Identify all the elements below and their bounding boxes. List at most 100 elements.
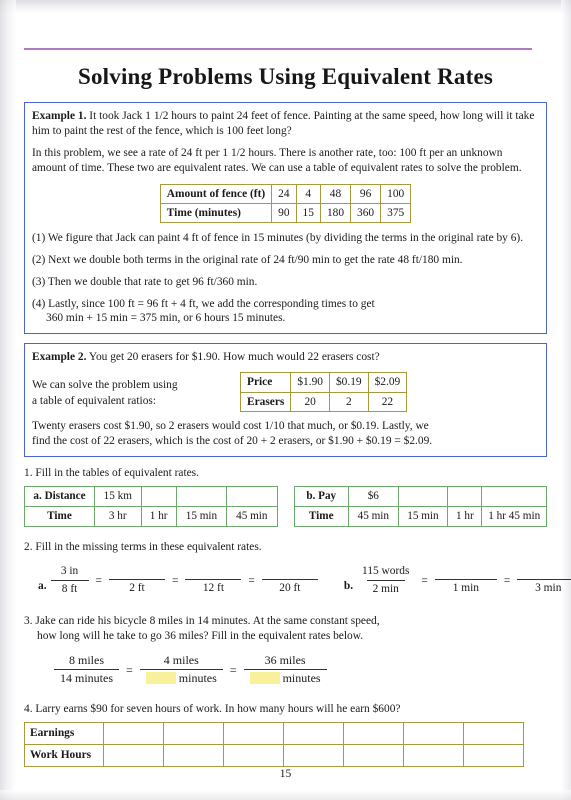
table-row: Amount of fence (ft) 24 4 48 96 100 (159, 183, 412, 204)
exercise-4-number: 4. (24, 703, 33, 716)
fraction-3-1-numerator: 8 miles (69, 652, 104, 667)
fraction-b-3[interactable]: 3 min (517, 565, 571, 596)
example-2-side-line-1: We can solve the problem using (32, 379, 178, 392)
fraction-a-3-denominator: 12 ft (185, 579, 242, 596)
example-2-side-text: We can solve the problem using a table o… (32, 372, 240, 409)
equals-sign: = (229, 662, 237, 677)
fraction-a-2-numerator-blank[interactable] (132, 565, 142, 579)
page-number: 15 (279, 768, 292, 780)
cell-pay-2[interactable] (447, 486, 483, 508)
cell-time-b-0: 45 min (347, 506, 399, 528)
cell-work-hours-5[interactable] (403, 744, 464, 768)
cell-erasers-2: 22 (367, 391, 408, 412)
exercise-1-number: 1. (24, 467, 33, 480)
cell-pay-1[interactable] (397, 486, 449, 508)
exercise-3-text-line-2: how long will he take to go 36 miles? Fi… (37, 630, 364, 643)
exercise-2-text: Fill in the missing terms in these equiv… (35, 541, 262, 554)
example-2-closing-line-2: find the cost of 22 erasers, which is th… (32, 435, 433, 448)
row-header-amount-of-fence: Amount of fence (ft) (159, 183, 273, 204)
exercise-4: 4. Larry earns $90 for seven hours of wo… (24, 702, 547, 768)
fraction-3-2-numerator: 4 miles (163, 652, 199, 667)
cell-price-1: $0.19 (328, 372, 369, 393)
fraction-b-3-numerator-blank[interactable] (543, 565, 553, 579)
cell-distance-1[interactable] (140, 486, 177, 508)
cell-earnings-3[interactable] (283, 722, 344, 746)
exercise-3-question: 3. Jake can ride his bicycle 8 miles in … (24, 614, 547, 644)
example-2-closing: Twenty erasers cost $1.90, so 2 erasers … (32, 419, 539, 449)
cell-time-a-2: 15 min (175, 506, 228, 528)
page-edge-shadow-bottom (0, 790, 571, 800)
example-2-paragraph-1: Example 2. You get 20 erasers for $1.90.… (32, 350, 539, 365)
fraction-b-2-numerator-blank[interactable] (461, 565, 471, 579)
exercise-1-text: Fill in the tables of equivalent rates. (35, 467, 199, 480)
answer-blank-highlight[interactable] (249, 672, 280, 685)
fraction-a-3[interactable]: 12 ft (185, 565, 242, 596)
fraction-a-3-numerator-blank[interactable] (208, 565, 218, 579)
cell-fence-2: 48 (319, 183, 352, 204)
cell-fence-0: 24 (271, 183, 297, 204)
fraction-b-2[interactable]: 1 min (434, 565, 497, 596)
cell-time-b-3: 1 hr 45 min (481, 506, 547, 528)
exercise-4-table: Earnings Work Hours (24, 722, 524, 768)
cell-earnings-4[interactable] (343, 722, 404, 746)
cell-distance-0[interactable]: 15 km (93, 486, 142, 508)
cell-earnings-5[interactable] (403, 722, 464, 746)
table-row: Time 3 hr 1 hr 15 min 45 min (24, 506, 278, 528)
example-1-paragraph-1: Example 1. It took Jack 1 1/2 hours to p… (32, 109, 539, 139)
exercise-3-fraction-chain: 8 miles 14 minutes = 4 miles minutes = 3… (54, 653, 547, 688)
row-header-time-a: Time (24, 506, 95, 528)
cell-time-3: 360 (350, 202, 382, 224)
cell-pay-3[interactable] (481, 486, 547, 508)
exercise-1-table-a: a. Distance 15 km Time 3 hr 1 hr 15 min … (24, 486, 278, 528)
cell-earnings-2[interactable] (223, 722, 284, 746)
table-row: Time (minutes) 90 15 180 360 375 (159, 202, 412, 224)
cell-distance-2[interactable] (175, 486, 228, 508)
cell-work-hours-0[interactable] (103, 744, 164, 768)
cell-work-hours-4[interactable] (343, 744, 404, 768)
example-2-label: Example 2. (32, 351, 87, 364)
row-header-distance: a. Distance (24, 486, 95, 508)
cell-earnings-0[interactable] (103, 722, 164, 746)
cell-time-a-0: 3 hr (93, 506, 142, 528)
example-2-text-1: You get 20 erasers for $1.90. How much w… (88, 351, 380, 364)
example-2-box: Example 2. You get 20 erasers for $1.90.… (24, 343, 547, 458)
row-header-pay: b. Pay (293, 486, 349, 508)
page-edge-shadow-left (0, 0, 16, 800)
row-header-erasers: Erasers (239, 391, 292, 412)
row-header-price: Price (239, 372, 292, 393)
cell-price-2: $2.09 (367, 372, 408, 393)
example-1-table-wrapper: Amount of fence (ft) 24 4 48 96 100 Time… (32, 183, 539, 224)
example-1-text-1: It took Jack 1 1/2 hours to paint 24 fee… (32, 110, 535, 138)
fraction-3-3-denominator-unit: minutes (282, 671, 321, 686)
cell-fence-3: 96 (350, 183, 382, 204)
fraction-a-4[interactable]: 20 ft (261, 565, 318, 596)
exercise-2-number: 2. (24, 541, 33, 554)
fraction-a-2[interactable]: 2 ft (108, 565, 165, 596)
fraction-3-2: 4 miles minutes (139, 652, 223, 688)
example-1-box: Example 1. It took Jack 1 1/2 hours to p… (24, 102, 547, 335)
cell-earnings-6[interactable] (463, 722, 524, 746)
answer-blank-highlight[interactable] (145, 672, 176, 685)
fraction-3-3-denominator: minutes (243, 669, 327, 687)
cell-work-hours-3[interactable] (283, 744, 344, 768)
exercise-3-number: 3. (24, 615, 33, 628)
cell-time-b-1: 15 min (397, 506, 449, 528)
equals-sign: = (95, 575, 102, 588)
exercise-2: 2. Fill in the missing terms in these eq… (24, 540, 571, 597)
cell-work-hours-6[interactable] (463, 744, 524, 768)
example-1-steps: (1) We figure that Jack can paint 4 ft o… (32, 231, 539, 326)
example-1-label: Example 1. (32, 110, 87, 122)
fraction-a-4-numerator-blank[interactable] (285, 565, 295, 579)
cell-earnings-1[interactable] (163, 722, 224, 746)
example-2-closing-line-1: Twenty erasers cost $1.90, so 2 erasers … (32, 419, 429, 432)
fraction-3-2-denominator: minutes (139, 669, 223, 687)
example-1-step-4-line-1: (4) Lastly, since 100 ft = 96 ft + 4 ft,… (32, 297, 375, 310)
cell-distance-3[interactable] (226, 486, 278, 508)
equals-sign: = (503, 575, 511, 588)
cell-work-hours-2[interactable] (223, 744, 284, 768)
row-header-time-b: Time (293, 506, 349, 528)
cell-time-0: 90 (271, 202, 297, 224)
cell-pay-0[interactable]: $6 (347, 486, 399, 508)
table-row: Price $1.90 $0.19 $2.09 (239, 372, 408, 393)
cell-work-hours-1[interactable] (163, 744, 224, 768)
